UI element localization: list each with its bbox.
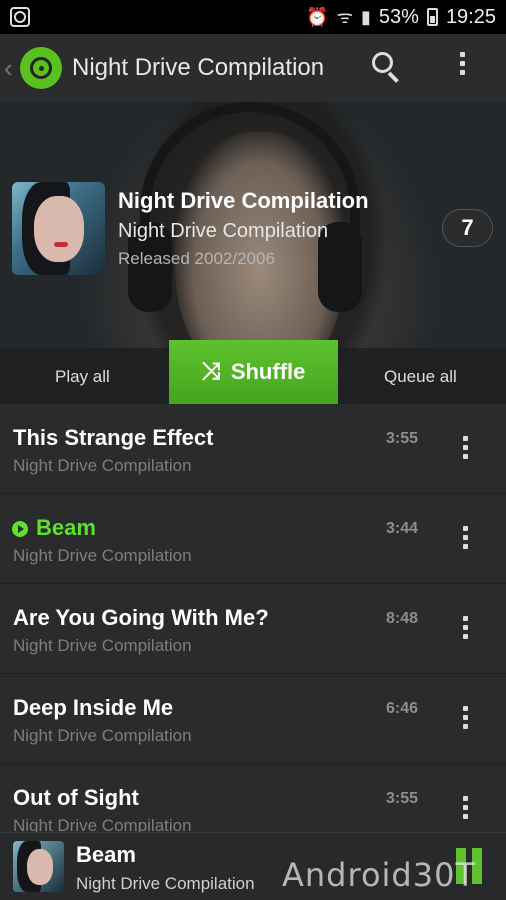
back-chevron-icon[interactable]: ‹ (4, 53, 18, 84)
list-item[interactable]: Deep Inside Me Night Drive Compilation 6… (0, 674, 506, 764)
mini-album-art[interactable] (13, 841, 64, 892)
track-duration: 3:55 (386, 430, 419, 447)
app-disc-icon[interactable] (20, 47, 62, 89)
shuffle-icon: ⤨ (201, 358, 221, 385)
alarm-icon: ⏰ (306, 6, 329, 27)
overflow-menu-icon[interactable] (460, 52, 465, 75)
album-released: Released 2002/2006 (118, 249, 275, 268)
battery-percent: 53% (378, 5, 419, 28)
album-art[interactable] (12, 182, 105, 275)
track-menu-icon[interactable] (463, 796, 468, 819)
track-artist: Night Drive Compilation (13, 636, 192, 655)
track-menu-icon[interactable] (463, 706, 468, 729)
queue-all-button[interactable]: Queue all (384, 367, 457, 387)
wifi-icon: ᯤ (336, 7, 353, 27)
list-item[interactable]: Beam Night Drive Compilation 3:44 (0, 494, 506, 584)
app-bar: ‹ Night Drive Compilation (0, 34, 506, 102)
battery-icon (426, 8, 438, 26)
shuffle-label: Shuffle (230, 359, 306, 384)
track-artist: Night Drive Compilation (13, 726, 192, 745)
track-title: Are You Going With Me? (13, 605, 269, 630)
list-item[interactable]: Are You Going With Me? Night Drive Compi… (0, 584, 506, 674)
album-subtitle: Night Drive Compilation (118, 220, 329, 242)
track-duration: 3:44 (386, 520, 419, 537)
track-duration: 8:48 (386, 610, 419, 627)
status-bar-right: ⏰ ᯤ ▮ 53% 19:25 (306, 5, 496, 29)
album-title: Night Drive Compilation (118, 188, 369, 213)
track-title: Out of Sight (13, 785, 139, 810)
now-playing-icon (12, 521, 28, 537)
track-list: This Strange Effect Night Drive Compilat… (0, 404, 506, 854)
watermark: Android30T (282, 856, 476, 894)
track-menu-icon[interactable] (463, 616, 468, 639)
track-duration: 6:46 (386, 700, 419, 717)
track-title: Deep Inside Me (13, 695, 174, 720)
list-item[interactable]: This Strange Effect Night Drive Compilat… (0, 404, 506, 494)
page-title: Night Drive Compilation (72, 54, 325, 81)
track-count-badge: 7 (442, 209, 493, 247)
now-playing-title: Beam (76, 842, 136, 867)
track-title: Beam (36, 515, 96, 540)
status-time: 19:25 (445, 5, 496, 28)
track-duration: 3:55 (386, 790, 419, 807)
signal-icon: ▮ (361, 6, 371, 27)
track-artist: Night Drive Compilation (13, 546, 192, 565)
album-info: Night Drive Compilation Night Drive Comp… (118, 188, 369, 269)
screenshot-icon (10, 7, 30, 27)
track-menu-icon[interactable] (463, 436, 468, 459)
track-menu-icon[interactable] (463, 526, 468, 549)
search-icon[interactable] (372, 52, 402, 83)
play-all-button[interactable]: Play all (55, 367, 110, 387)
track-artist: Night Drive Compilation (13, 456, 192, 475)
track-title: This Strange Effect (13, 425, 214, 450)
shuffle-button[interactable]: ⤨ Shuffle (169, 340, 338, 404)
now-playing-subtitle: Night Drive Compilation (76, 874, 255, 893)
status-bar: ⏰ ᯤ ▮ 53% 19:25 (0, 0, 506, 34)
